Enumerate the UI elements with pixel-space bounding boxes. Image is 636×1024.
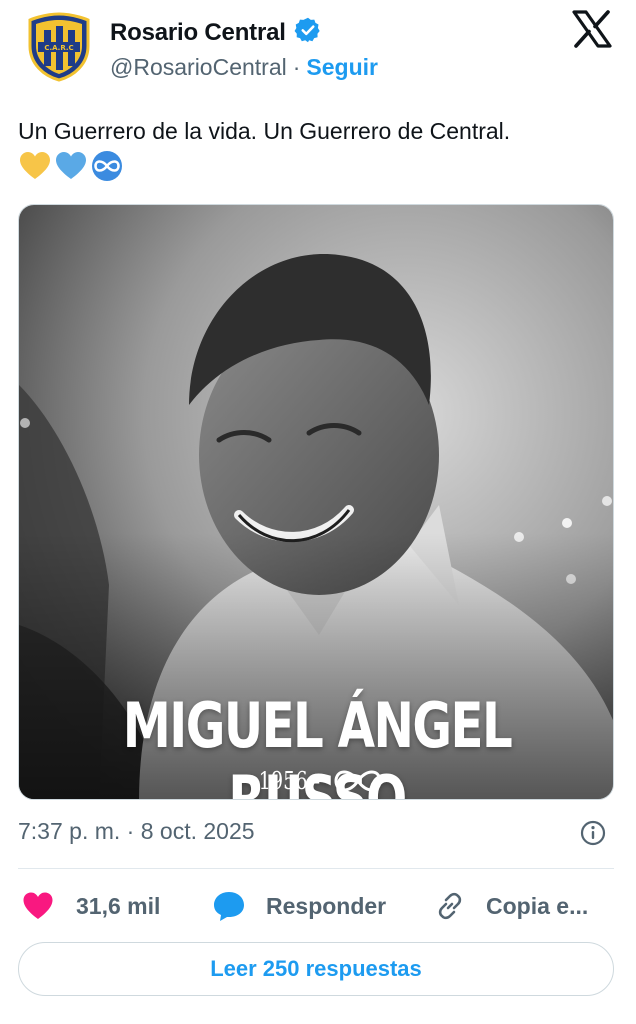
copy-link-button[interactable]: Copia e... — [434, 884, 588, 928]
tweet-media-image[interactable]: MIGUEL ÁNGEL RUSSO 1956 - — [18, 204, 614, 800]
tweet-timestamp[interactable]: 7:37 p. m. · 8 oct. 2025 — [18, 818, 255, 845]
read-replies-button[interactable]: Leer 250 respuestas — [18, 942, 614, 996]
verified-badge-icon — [294, 16, 322, 49]
handle-row: @RosarioCentral · Seguir — [110, 54, 378, 81]
name-row: Rosario Central — [110, 16, 322, 49]
infinity-icon — [92, 151, 122, 181]
tweet-text: Un Guerrero de la vida. Un Guerrero de C… — [18, 118, 511, 144]
speech-bubble-icon — [214, 892, 244, 921]
infinity-icon — [334, 770, 382, 792]
rosario-central-crest-avatar[interactable]: C.A.R.C — [26, 12, 92, 82]
display-name[interactable]: Rosario Central — [110, 19, 286, 47]
action-bar: 31,6 mil Responder Copia e... — [18, 884, 614, 928]
like-count: 31,6 mil — [76, 892, 161, 919]
like-button[interactable]: 31,6 mil — [22, 884, 160, 928]
account-handle[interactable]: @RosarioCentral — [110, 54, 287, 81]
link-icon — [438, 892, 462, 920]
yellow-heart-icon — [20, 152, 50, 179]
blue-heart-icon — [56, 152, 86, 179]
memorial-year-start: 1956 - — [258, 767, 320, 795]
memorial-years: 1956 - — [19, 767, 613, 795]
reply-button[interactable]: Responder — [212, 884, 386, 928]
x-logo-icon[interactable] — [572, 10, 612, 48]
divider — [18, 868, 614, 869]
tweet-header: C.A.R.C Rosario Central @RosarioCentral … — [0, 0, 636, 100]
follow-button[interactable]: Seguir — [306, 54, 378, 81]
copy-link-label: Copia e... — [486, 892, 589, 919]
info-icon[interactable] — [580, 820, 606, 846]
separator-dot: · — [292, 54, 301, 80]
emoji-row — [18, 150, 124, 182]
heart-icon — [23, 892, 53, 919]
reply-label: Responder — [266, 892, 387, 919]
svg-text:C.A.R.C: C.A.R.C — [44, 44, 73, 52]
